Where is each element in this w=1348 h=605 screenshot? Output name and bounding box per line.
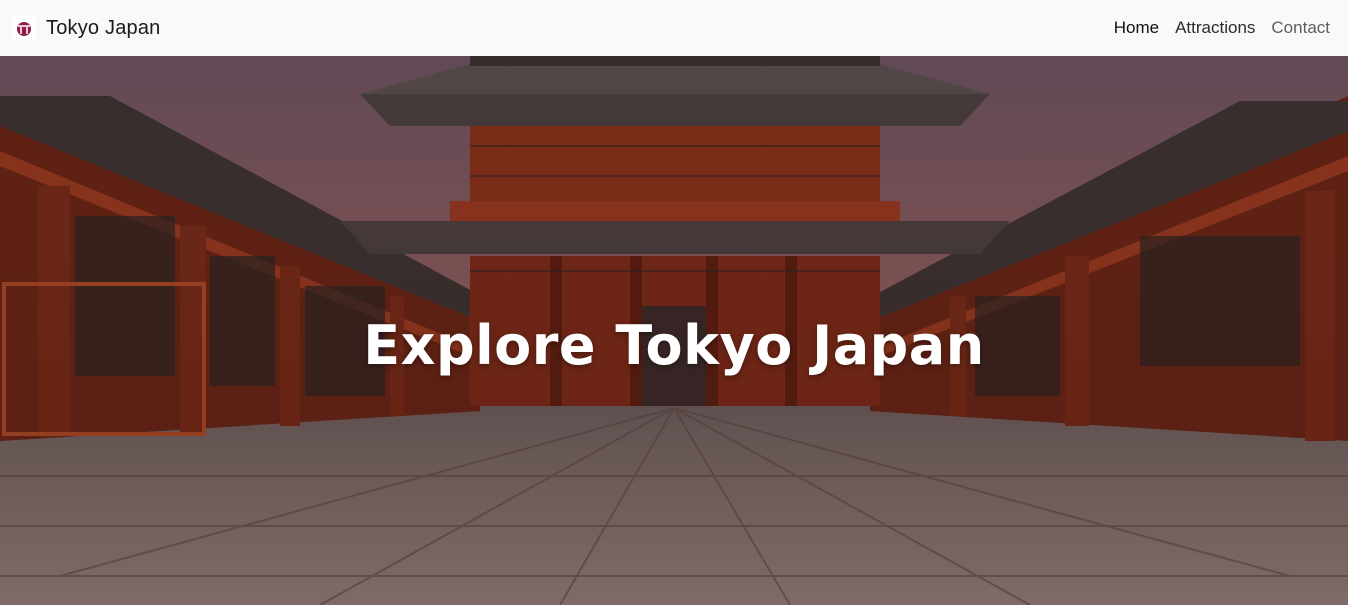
brand-title: Tokyo Japan bbox=[46, 16, 161, 39]
top-navbar: Tokyo Japan Home Attractions Contact bbox=[0, 0, 1348, 56]
nav-link-contact[interactable]: Contact bbox=[1271, 18, 1330, 38]
hero-title: Explore Tokyo Japan bbox=[363, 314, 985, 377]
torii-gate-icon bbox=[12, 16, 36, 40]
nav-link-attractions[interactable]: Attractions bbox=[1175, 18, 1255, 38]
nav-link-home[interactable]: Home bbox=[1114, 18, 1159, 38]
hero-section: Explore Tokyo Japan bbox=[0, 56, 1348, 605]
brand-link[interactable]: Tokyo Japan bbox=[12, 16, 161, 40]
nav-links: Home Attractions Contact bbox=[1114, 18, 1330, 38]
